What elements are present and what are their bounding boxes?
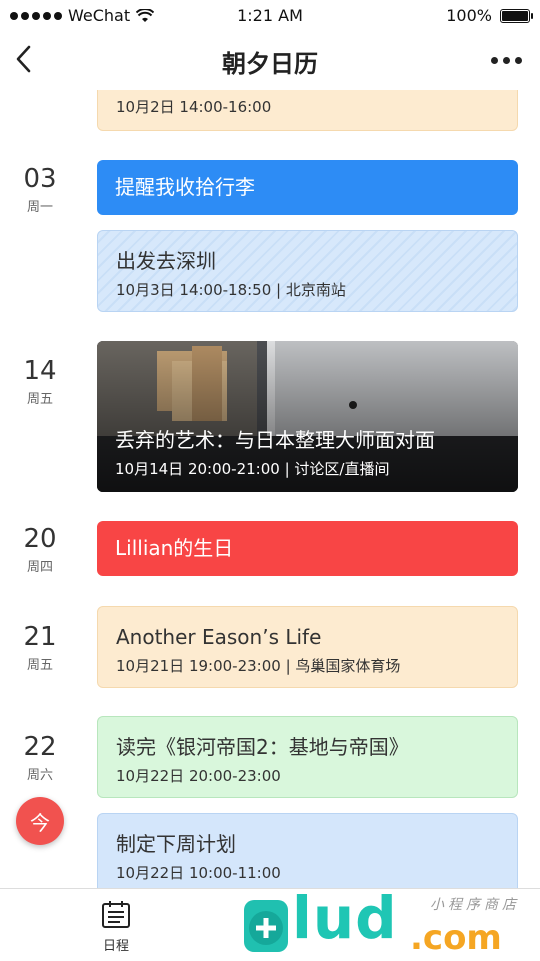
date-label: 20 周四 bbox=[0, 524, 80, 575]
calendar-icon bbox=[102, 901, 130, 928]
event-title: 出发去深圳 bbox=[116, 249, 216, 273]
event-meta: 10月21日 19:00-23:00 | 鸟巢国家体育场 bbox=[116, 657, 401, 675]
event-meta: 10月22日 10:00-11:00 bbox=[116, 864, 281, 882]
battery-percent: 100% bbox=[446, 6, 492, 25]
event-title: 制定下周计划 bbox=[116, 832, 236, 856]
event-card[interactable]: 读完《银河帝国2：基地与帝国》 10月22日 20:00-23:00 bbox=[97, 716, 518, 798]
tab-schedule-label: 日程 bbox=[102, 939, 129, 954]
watermark-domain: .com bbox=[410, 918, 502, 958]
date-day: 03 bbox=[23, 164, 57, 194]
date-label: 03 周一 bbox=[0, 164, 80, 215]
more-icon[interactable] bbox=[491, 57, 522, 64]
page-title: 朝夕日历 bbox=[222, 50, 318, 78]
date-weekday: 周五 bbox=[26, 392, 53, 407]
watermark-logo: lud .com 小程序商店 bbox=[240, 884, 540, 960]
event-meta: 10月3日 14:00-18:50 | 北京南站 bbox=[116, 281, 346, 299]
date-day: 14 bbox=[23, 356, 57, 386]
date-weekday: 周四 bbox=[26, 560, 53, 575]
date-day: 20 bbox=[23, 524, 57, 554]
navigation-bar: 朝夕日历 bbox=[0, 30, 540, 90]
date-weekday: 周六 bbox=[26, 768, 53, 783]
event-card-image[interactable]: 丢弃的艺术：与日本整理大师面对面 10月14日 20:00-21:00 | 讨论… bbox=[97, 341, 518, 492]
date-weekday: 周五 bbox=[26, 658, 53, 673]
event-meta: 10月14日 20:00-21:00 | 讨论区/直播间 bbox=[115, 460, 390, 478]
date-day: 21 bbox=[23, 622, 57, 652]
event-card[interactable]: 10月2日 14:00-16:00 bbox=[97, 90, 518, 131]
date-label: 14 周五 bbox=[0, 356, 80, 407]
event-title: 提醒我收拾行李 bbox=[115, 175, 255, 199]
event-card[interactable]: Another Eason’s Life 10月21日 19:00-23:00 … bbox=[97, 606, 518, 688]
event-card[interactable]: Lillian的生日 bbox=[97, 521, 518, 576]
date-label: 21 周五 bbox=[0, 622, 80, 673]
event-title: Another Eason’s Life bbox=[116, 625, 322, 649]
event-title: Lillian的生日 bbox=[115, 536, 234, 560]
plus-icon bbox=[244, 900, 288, 952]
event-title: 读完《银河帝国2：基地与帝国》 bbox=[116, 735, 409, 759]
date-weekday: 周一 bbox=[26, 200, 53, 215]
watermark-text: lud bbox=[292, 884, 398, 952]
event-card[interactable]: 出发去深圳 10月3日 14:00-18:50 | 北京南站 bbox=[97, 230, 518, 312]
event-meta: 10月22日 20:00-23:00 bbox=[116, 767, 281, 785]
battery-group: 100% bbox=[446, 6, 533, 25]
date-day: 22 bbox=[23, 732, 57, 762]
event-meta: 10月2日 14:00-16:00 bbox=[116, 98, 272, 116]
event-card[interactable]: 制定下周计划 10月22日 10:00-11:00 bbox=[97, 813, 518, 888]
battery-icon bbox=[500, 8, 533, 23]
event-card[interactable]: 提醒我收拾行李 bbox=[97, 160, 518, 215]
today-button[interactable]: 今 bbox=[16, 797, 64, 845]
date-label: 22 周六 bbox=[0, 732, 80, 783]
watermark-script: 小程序商店 bbox=[430, 897, 520, 913]
event-title: 丢弃的艺术：与日本整理大师面对面 bbox=[115, 428, 435, 452]
status-bar: WeChat 1:21 AM 100% bbox=[0, 0, 540, 30]
timeline[interactable]: 10月2日 14:00-16:00 03 周一 提醒我收拾行李 出发去深圳 10… bbox=[0, 90, 540, 888]
tab-schedule[interactable]: 日程 bbox=[96, 899, 136, 954]
